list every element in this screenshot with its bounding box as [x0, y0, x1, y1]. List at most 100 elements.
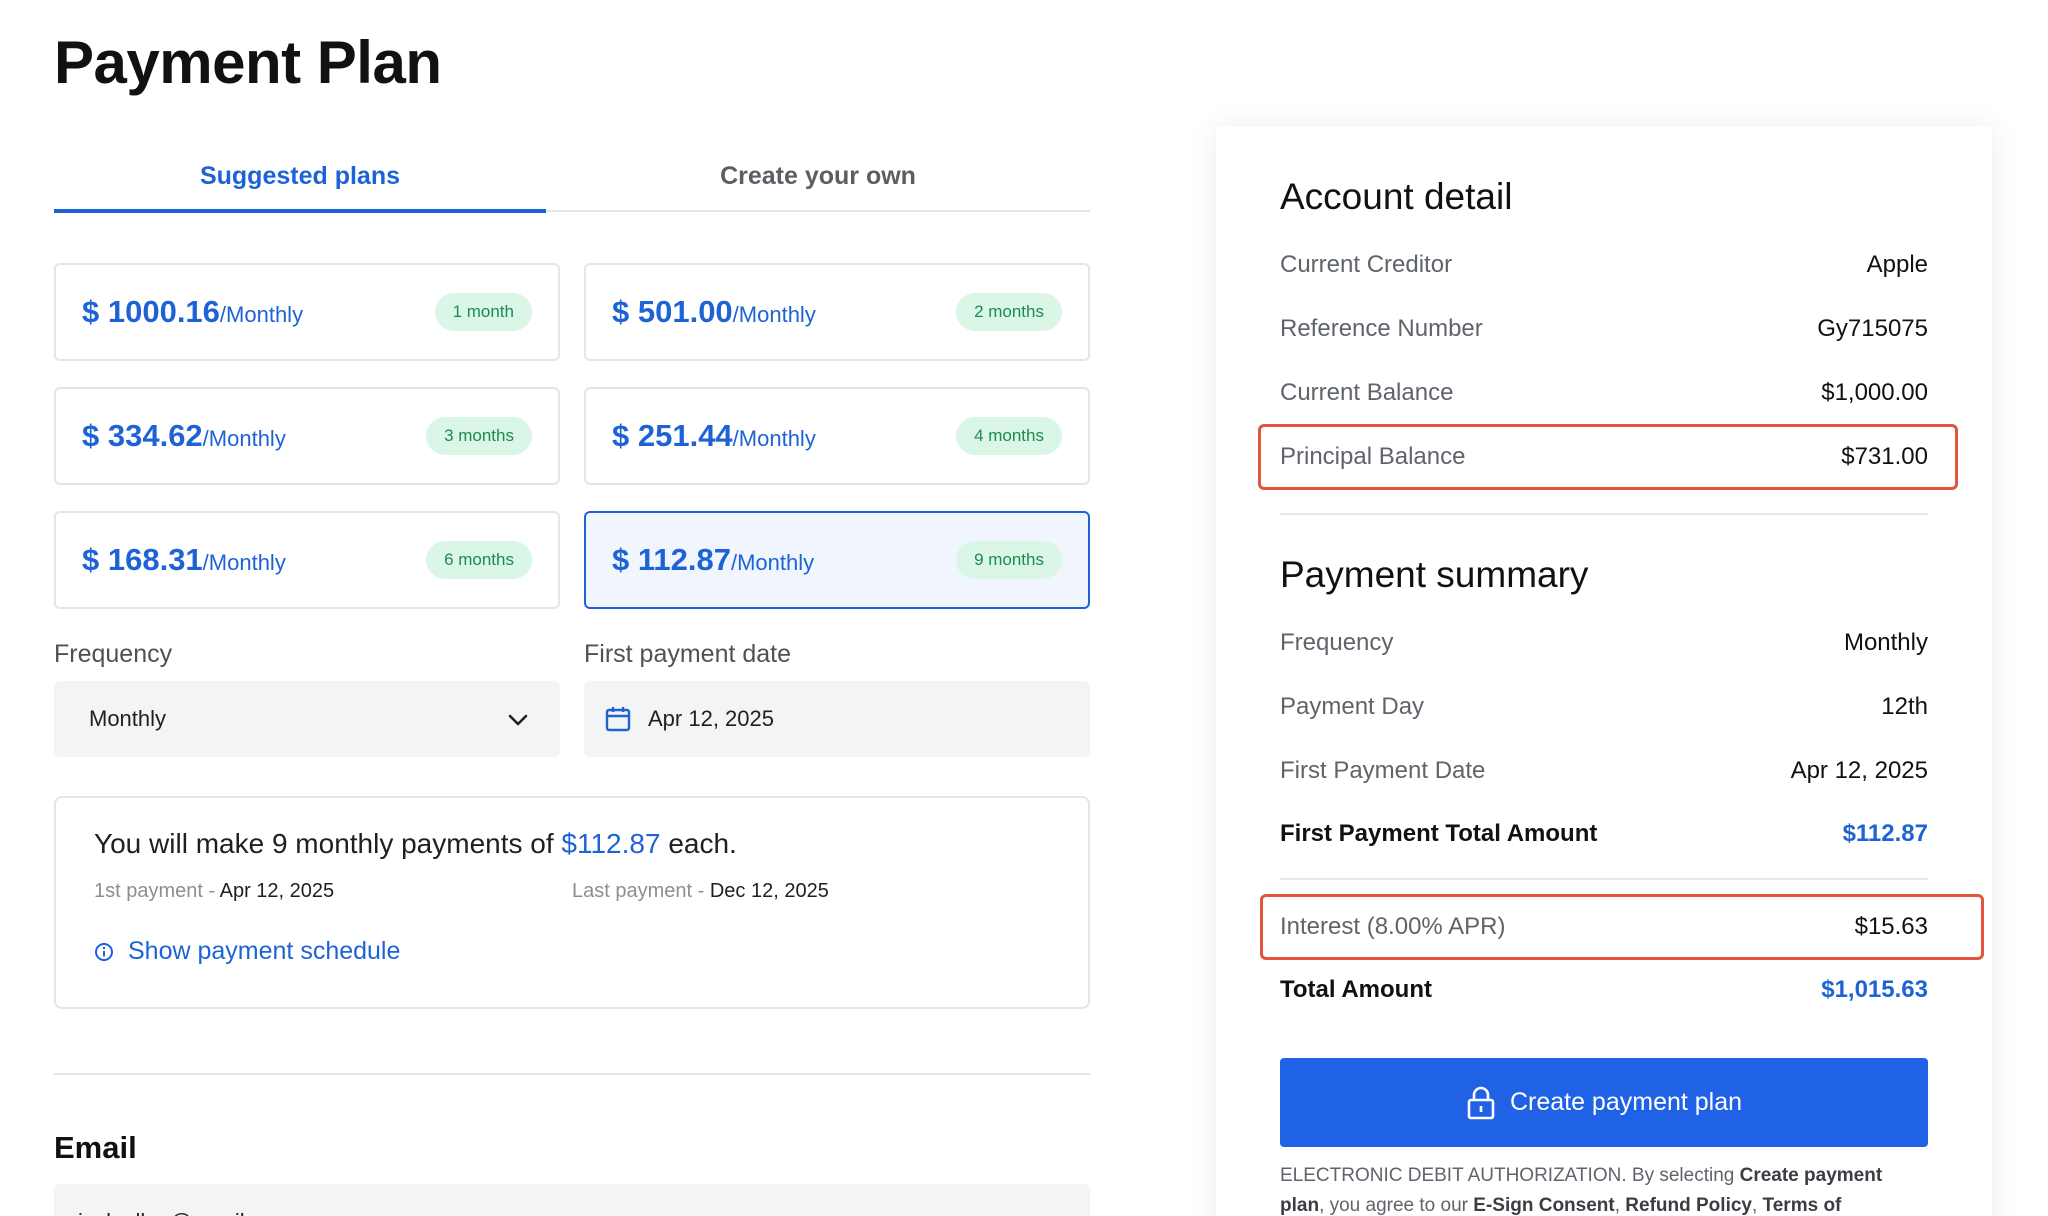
row-value: Apple — [1866, 251, 1928, 278]
chevron-down-icon — [508, 706, 528, 732]
first-payment-date-input[interactable]: Apr 12, 2025 — [584, 681, 1090, 757]
plan-unit: /Monthly — [732, 426, 816, 451]
first-payment-label: 1st payment - — [94, 880, 220, 902]
plan-price: $ 168.31/Monthly — [82, 542, 286, 578]
plan-card-4-months[interactable]: $ 251.44/Monthly 4 months — [584, 387, 1090, 485]
plan-price: $ 334.62/Monthly — [82, 418, 286, 454]
plan-card-3-months[interactable]: $ 334.62/Monthly 3 months — [54, 387, 560, 485]
tab-create-your-own[interactable]: Create your own — [546, 150, 1090, 210]
row-value: $1,000.00 — [1821, 379, 1928, 406]
plan-duration-badge: 9 months — [956, 541, 1062, 579]
plan-amount: $ 112.87 — [612, 542, 731, 577]
plan-amount: $ 1000.16 — [82, 294, 220, 329]
plan-unit: /Monthly — [202, 426, 286, 451]
principal-balance-row: Principal Balance $731.00 — [1280, 443, 1928, 471]
plan-card-9-months[interactable]: $ 112.87/Monthly 9 months — [584, 511, 1090, 609]
first-payment-total-row: First Payment Total Amount $112.87 — [1280, 820, 1928, 848]
row-label: Reference Number — [1280, 315, 1483, 342]
terms-link[interactable]: Terms of — [1763, 1195, 1842, 1216]
row-label: Total Amount — [1280, 976, 1432, 1003]
legal-text: ELECTRONIC DEBIT AUTHORIZATION. By selec… — [1280, 1165, 1740, 1186]
plan-duration-badge: 4 months — [956, 417, 1062, 455]
row-label: Principal Balance — [1280, 443, 1466, 470]
plan-grid: $ 1000.16/Monthly 1 month $ 501.00/Month… — [54, 263, 1090, 609]
plan-unit: /Monthly — [219, 302, 304, 327]
legal-separator: , — [1614, 1195, 1626, 1216]
payment-day-row: Payment Day 12th — [1280, 693, 1928, 721]
plan-summary-box: You will make 9 monthly payments of $112… — [54, 796, 1090, 1009]
last-payment-value: Dec 12, 2025 — [709, 880, 829, 902]
row-label: Frequency — [1280, 629, 1394, 656]
row-label: First Payment Date — [1280, 757, 1486, 784]
plan-amount: $ 251.44 — [612, 418, 733, 453]
calendar-icon — [604, 705, 632, 733]
panel-divider — [1280, 878, 1928, 880]
section-divider — [54, 1073, 1090, 1075]
row-value: $15.63 — [1854, 913, 1928, 940]
row-label: First Payment Total Amount — [1280, 820, 1598, 847]
plan-price: $ 251.44/Monthly — [612, 418, 816, 454]
row-value: Gy715075 — [1817, 315, 1928, 342]
row-label: Current Creditor — [1280, 251, 1453, 278]
legal-text: , you agree to our — [1319, 1195, 1474, 1216]
account-detail-heading: Account detail — [1280, 176, 1513, 217]
plan-card-1-month[interactable]: $ 1000.16/Monthly 1 month — [54, 263, 560, 361]
summary-sentence: You will make 9 monthly payments of $112… — [94, 828, 1050, 860]
plan-card-6-months[interactable]: $ 168.31/Monthly 6 months — [54, 511, 560, 609]
frequency-row: Frequency Monthly — [1280, 629, 1928, 657]
info-icon — [94, 942, 114, 962]
plan-tabs: Suggested plans Create your own — [54, 150, 1090, 213]
row-label: Payment Day — [1280, 693, 1425, 720]
interest-row: Interest (8.00% APR) $15.63 — [1280, 913, 1928, 941]
plan-amount: $ 501.00 — [612, 294, 733, 329]
show-payment-schedule-link[interactable]: Show payment schedule — [94, 937, 400, 966]
frequency-select[interactable]: Monthly — [54, 681, 560, 757]
plan-unit: /Monthly — [730, 550, 815, 575]
legal-separator: , — [1751, 1195, 1763, 1216]
plan-duration-badge: 2 months — [956, 293, 1062, 331]
row-value: $112.87 — [1842, 820, 1928, 847]
plan-amount: $ 334.62 — [82, 418, 203, 453]
row-value: Apr 12, 2025 — [1790, 757, 1928, 784]
create-payment-plan-label: Create payment plan — [1509, 1088, 1743, 1116]
summary-sentence-suffix: each. — [660, 828, 737, 859]
payment-summary-heading: Payment summary — [1280, 554, 1589, 595]
plan-price: $ 1000.16/Monthly — [82, 294, 303, 330]
plan-duration-badge: 1 month — [434, 293, 532, 331]
reference-number-row: Reference Number Gy715075 — [1280, 315, 1928, 343]
lock-icon — [1466, 1086, 1496, 1120]
plan-price: $ 112.87/Monthly — [612, 542, 814, 578]
row-label: Current Balance — [1280, 379, 1454, 406]
current-creditor-row: Current Creditor Apple — [1280, 251, 1928, 279]
plan-amount: $ 168.31 — [82, 542, 203, 577]
refund-policy-link[interactable]: Refund Policy — [1625, 1195, 1752, 1216]
last-payment-info: Last payment - Dec 12, 2025 — [572, 880, 1050, 903]
row-value: $731.00 — [1841, 443, 1928, 470]
tab-suggested-plans[interactable]: Suggested plans — [54, 150, 546, 213]
row-value: $1,015.63 — [1821, 976, 1928, 1003]
show-payment-schedule-label: Show payment schedule — [128, 937, 401, 965]
first-payment-date-row: First Payment Date Apr 12, 2025 — [1280, 757, 1928, 785]
plan-price: $ 501.00/Monthly — [612, 294, 816, 330]
row-value: Monthly — [1843, 629, 1928, 656]
legal-disclaimer: ELECTRONIC DEBIT AUTHORIZATION. By selec… — [1280, 1161, 1928, 1216]
first-payment-value: Apr 12, 2025 — [219, 880, 335, 902]
email-input[interactable] — [54, 1184, 1090, 1216]
first-payment-info: 1st payment - Apr 12, 2025 — [94, 880, 572, 903]
summary-amount: $112.87 — [561, 828, 661, 859]
frequency-value: Monthly — [89, 706, 167, 731]
row-value: 12th — [1881, 693, 1928, 720]
plan-duration-badge: 3 months — [426, 417, 532, 455]
panel-divider — [1280, 513, 1928, 515]
plan-unit: /Monthly — [732, 302, 816, 327]
current-balance-row: Current Balance $1,000.00 — [1280, 379, 1928, 407]
first-payment-date-value: Apr 12, 2025 — [648, 706, 774, 731]
e-sign-consent-link[interactable]: E-Sign Consent — [1473, 1195, 1614, 1216]
plan-card-2-months[interactable]: $ 501.00/Monthly 2 months — [584, 263, 1090, 361]
summary-sentence-prefix: You will make 9 monthly payments of — [94, 828, 562, 859]
plan-duration-badge: 6 months — [426, 541, 532, 579]
last-payment-label: Last payment - — [572, 880, 710, 902]
create-payment-plan-button[interactable]: Create payment plan — [1280, 1058, 1928, 1147]
page-title: Payment Plan — [54, 29, 442, 96]
frequency-label: Frequency — [54, 640, 173, 668]
